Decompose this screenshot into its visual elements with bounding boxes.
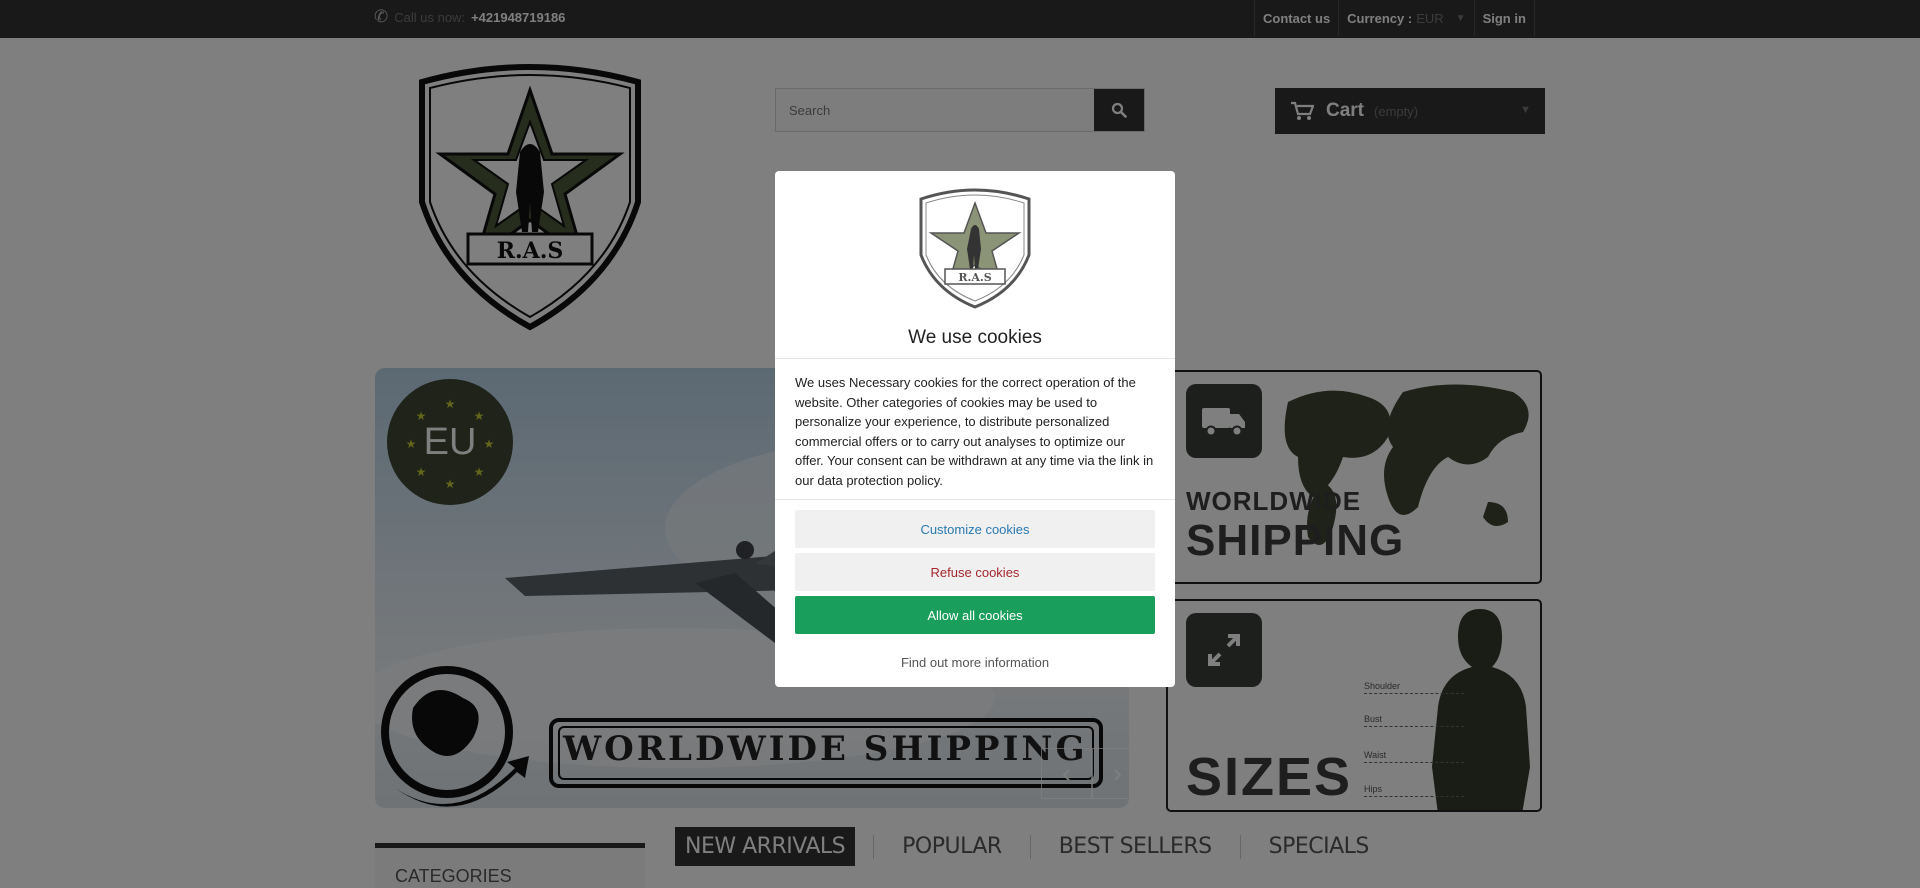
cookie-consent-modal: R.A.S We use cookies We uses Necessary c… [775,171,1175,687]
allow-all-cookies-button[interactable]: Allow all cookies [795,596,1155,634]
customize-cookies-button[interactable]: Customize cookies [795,510,1155,548]
more-information-link[interactable]: Find out more information [775,655,1175,670]
modal-logo-text: R.A.S [958,271,991,284]
refuse-cookies-button[interactable]: Refuse cookies [795,553,1155,591]
modal-logo: R.A.S [905,185,1045,309]
divider [775,358,1175,359]
divider [775,499,1175,500]
modal-body-text: We uses Necessary cookies for the correc… [795,375,1154,488]
modal-title: We use cookies [908,327,1042,348]
